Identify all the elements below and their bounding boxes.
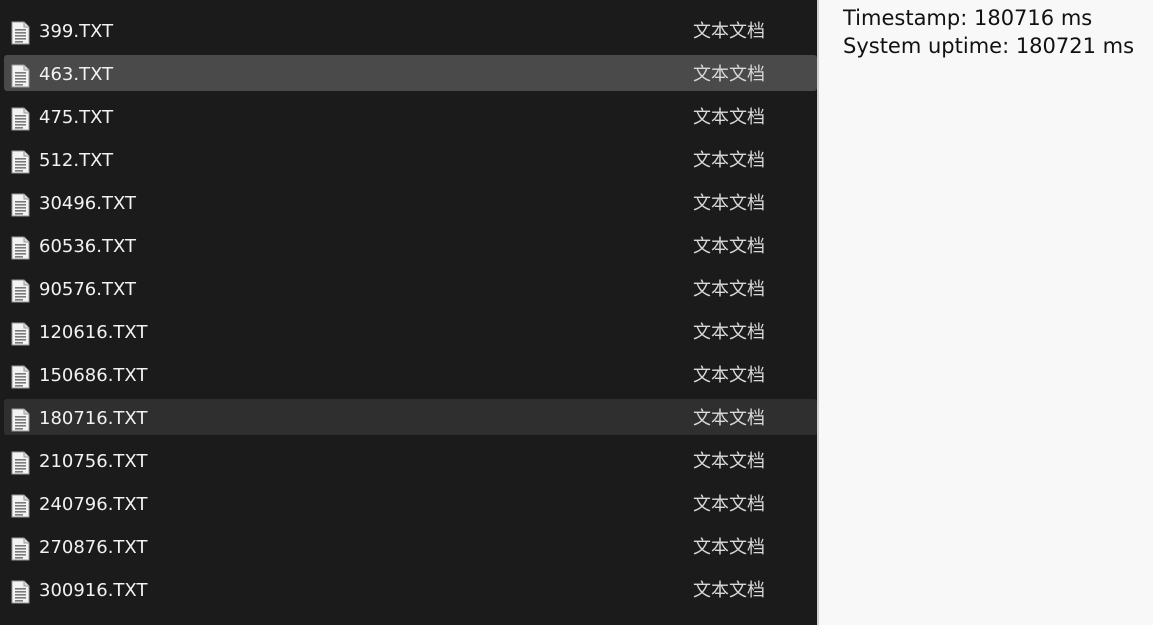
text-file-icon [11, 365, 30, 389]
file-type: 文本文档 [693, 107, 765, 128]
file-row-512[interactable]: 512.TXT 文本文档 [0, 140, 817, 183]
file-row-399[interactable]: 399.TXT 文本文档 [0, 11, 817, 54]
text-file-icon [11, 537, 30, 561]
file-type: 文本文档 [693, 236, 765, 257]
file-type: 文本文档 [693, 193, 765, 214]
file-row-150686[interactable]: 150686.TXT 文本文档 [0, 355, 817, 398]
file-type: 文本文档 [693, 64, 765, 85]
timestamp-text: Timestamp: 180716 ms [843, 6, 1093, 30]
file-name: 210756.TXT [39, 451, 148, 472]
file-row-463[interactable]: 463.TXT 文本文档 [0, 54, 817, 97]
file-row-120616[interactable]: 120616.TXT 文本文档 [0, 312, 817, 355]
app-window: 399.TXT 文本文档 463.TXT 文本文档 475.TXT 文本文档 5… [0, 0, 1153, 625]
text-file-icon [11, 408, 30, 432]
text-file-icon [11, 193, 30, 217]
file-name: 60536.TXT [39, 236, 136, 257]
file-name: 180716.TXT [39, 408, 148, 429]
file-name: 30496.TXT [39, 193, 136, 214]
file-list: 399.TXT 文本文档 463.TXT 文本文档 475.TXT 文本文档 5… [0, 11, 817, 613]
file-row-90576[interactable]: 90576.TXT 文本文档 [0, 269, 817, 312]
file-name: 463.TXT [39, 64, 114, 85]
file-type: 文本文档 [693, 451, 765, 472]
file-type: 文本文档 [693, 580, 765, 601]
text-file-icon [11, 494, 30, 518]
file-type: 文本文档 [693, 279, 765, 300]
file-row-475[interactable]: 475.TXT 文本文档 [0, 97, 817, 140]
file-type: 文本文档 [693, 365, 765, 386]
file-name: 90576.TXT [39, 279, 136, 300]
file-type: 文本文档 [693, 408, 765, 429]
file-name: 270876.TXT [39, 537, 148, 558]
file-type: 文本文档 [693, 21, 765, 42]
file-name: 240796.TXT [39, 494, 148, 515]
text-file-icon [11, 107, 30, 131]
file-type: 文本文档 [693, 494, 765, 515]
text-file-icon [11, 64, 30, 88]
text-file-icon [11, 236, 30, 260]
file-type: 文本文档 [693, 150, 765, 171]
text-file-icon [11, 322, 30, 346]
file-row-30496[interactable]: 30496.TXT 文本文档 [0, 183, 817, 226]
text-file-icon [11, 451, 30, 475]
file-name: 475.TXT [39, 107, 114, 128]
file-type: 文本文档 [693, 537, 765, 558]
text-file-icon [11, 279, 30, 303]
uptime-text: System uptime: 180721 ms [843, 34, 1135, 58]
text-file-icon [11, 21, 30, 45]
file-row-180716[interactable]: 180716.TXT 文本文档 [0, 398, 817, 441]
file-name: 300916.TXT [39, 580, 148, 601]
file-list-pane: 399.TXT 文本文档 463.TXT 文本文档 475.TXT 文本文档 5… [0, 0, 817, 625]
file-row-60536[interactable]: 60536.TXT 文本文档 [0, 226, 817, 269]
file-name: 399.TXT [39, 21, 114, 42]
file-name: 120616.TXT [39, 322, 148, 343]
file-name: 150686.TXT [39, 365, 148, 386]
file-type: 文本文档 [693, 322, 765, 343]
text-file-icon [11, 580, 30, 604]
file-row-240796[interactable]: 240796.TXT 文本文档 [0, 484, 817, 527]
text-file-icon [11, 150, 30, 174]
file-row-270876[interactable]: 270876.TXT 文本文档 [0, 527, 817, 570]
file-row-300916[interactable]: 300916.TXT 文本文档 [0, 570, 817, 613]
file-row-210756[interactable]: 210756.TXT 文本文档 [0, 441, 817, 484]
info-pane: Timestamp: 180716 ms System uptime: 1807… [819, 0, 1153, 625]
file-name: 512.TXT [39, 150, 114, 171]
